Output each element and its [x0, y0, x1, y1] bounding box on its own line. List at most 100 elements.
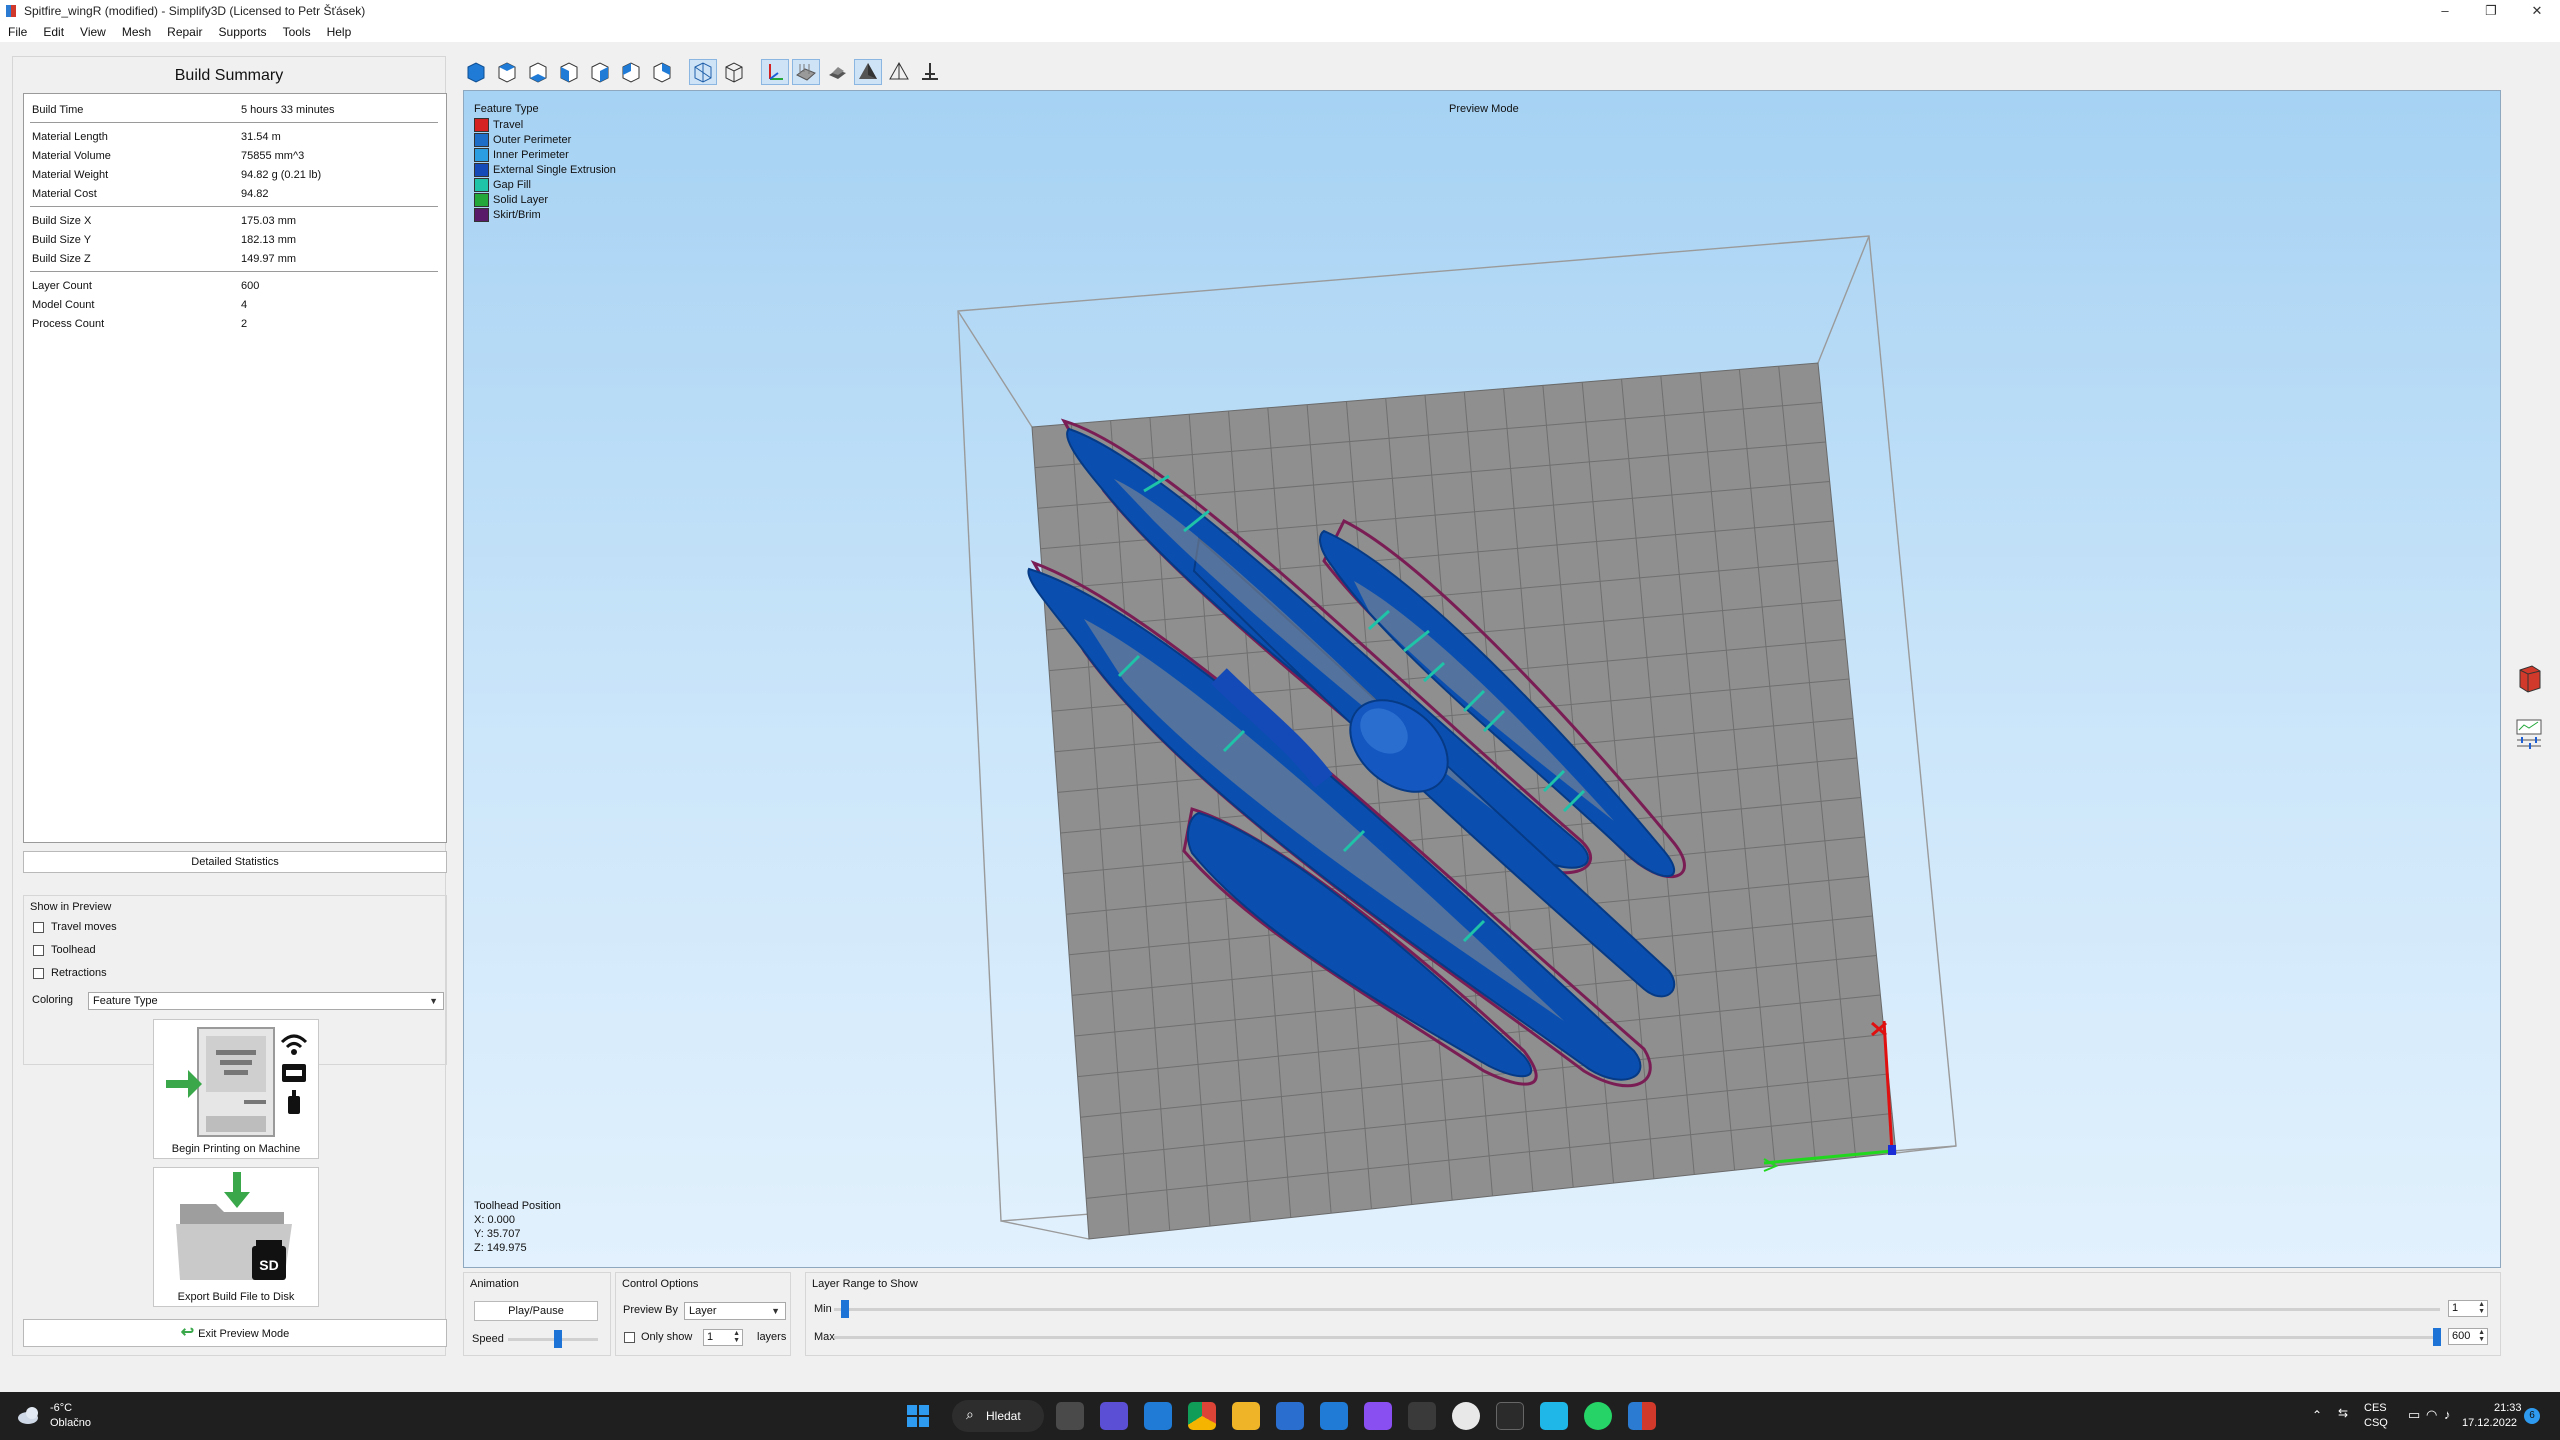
line-width-settings-icon[interactable] [2512, 716, 2546, 750]
whatsapp-icon[interactable] [1584, 1402, 1612, 1430]
app-blue-icon[interactable] [1320, 1402, 1348, 1430]
legend-swatch [474, 147, 489, 162]
build-summary-title: Build Summary [174, 67, 284, 84]
stats-app-icon[interactable] [1408, 1402, 1436, 1430]
build-plate-icon[interactable] [792, 59, 820, 85]
search-icon: ⌕ [966, 1406, 974, 1422]
maximize-button[interactable]: ❐ [2468, 0, 2514, 21]
cloud-weather-icon[interactable] [16, 1405, 44, 1428]
spinner-arrows-icon[interactable]: ▲ ▼ [2478, 1329, 2485, 1343]
minimize-button[interactable]: – [2422, 0, 2468, 21]
view-front-icon[interactable] [555, 59, 583, 85]
axes-icon[interactable] [761, 59, 789, 85]
view-back-icon[interactable] [586, 59, 614, 85]
stat-row: Material Length 31.54 m [32, 131, 436, 147]
build-summary-panel: Build Summary Build Time 5 hours 33 minut… [12, 56, 447, 1356]
max-layer-slider-track[interactable] [834, 1336, 2440, 1339]
only-show-layers-input[interactable]: 1 ▲ ▼ [703, 1329, 743, 1346]
microsoft-store-icon[interactable] [1276, 1402, 1304, 1430]
menu-repair[interactable]: Repair [159, 25, 210, 39]
view-bottom-icon[interactable] [524, 59, 552, 85]
perspective-icon[interactable] [720, 59, 748, 85]
close-button[interactable]: ✕ [2514, 0, 2560, 21]
speed-slider-thumb[interactable] [553, 1330, 562, 1348]
menu-file[interactable]: File [0, 25, 35, 39]
stat-divider [30, 206, 438, 207]
solid-view-icon[interactable] [854, 59, 882, 85]
stat-divider [30, 122, 438, 123]
simplify3d-app-icon [6, 4, 16, 17]
detailed-statistics-button[interactable]: Detailed Statistics [23, 851, 447, 873]
view-top-icon[interactable] [493, 59, 521, 85]
toolhead-checkbox[interactable] [33, 945, 44, 956]
app-circle-icon[interactable] [1452, 1402, 1480, 1430]
spinner-arrows-icon[interactable]: ▲ ▼ [2478, 1301, 2485, 1315]
messenger-icon[interactable] [1364, 1402, 1392, 1430]
preview-by-select[interactable]: Layer ▼ [684, 1302, 786, 1320]
legend-label: Skirt/Brim [493, 208, 541, 221]
sd-card-label: SD [259, 1257, 278, 1273]
begin-printing-button[interactable]: Begin Printing on Machine [153, 1019, 319, 1159]
menu-tools[interactable]: Tools [275, 25, 319, 39]
clock-date[interactable]: 17.12.2022 [2462, 1417, 2517, 1429]
cube-view-icon[interactable] [2512, 662, 2546, 696]
export-build-file-button[interactable]: SD Export Build File to Disk [153, 1167, 319, 1307]
display-icon[interactable]: ▭ [2408, 1407, 2420, 1423]
teams-chat-icon[interactable] [1100, 1402, 1128, 1430]
menu-supports[interactable]: Supports [211, 25, 275, 39]
terminal-icon[interactable] [1496, 1402, 1524, 1430]
taskbar-search-button[interactable]: ⌕ Hledat [952, 1400, 1044, 1432]
menu-view[interactable]: View [72, 25, 114, 39]
3d-preview-viewport[interactable]: Preview Mode Feature Type Travel Outer P… [463, 90, 2501, 1268]
toolhead-x: X: 0.000 [474, 1214, 515, 1226]
notification-badge[interactable]: 6 [2524, 1408, 2540, 1424]
menu-help[interactable]: Help [319, 25, 360, 39]
clock-time[interactable]: 21:33 [2494, 1402, 2522, 1414]
coloring-select[interactable]: Feature Type ▼ [88, 992, 444, 1010]
view-default-icon[interactable] [462, 59, 490, 85]
network-status-icon[interactable]: ⇆ [2338, 1406, 2348, 1420]
menu-mesh[interactable]: Mesh [114, 25, 159, 39]
max-layer-slider-thumb[interactable] [2433, 1328, 2441, 1346]
only-show-label: Only show [641, 1331, 693, 1343]
chrome-icon[interactable] [1188, 1402, 1216, 1430]
simplify3d-taskbar-icon[interactable] [1628, 1402, 1656, 1430]
title-bar: Spitfire_wingR (modified) - Simplify3D (… [0, 0, 2560, 21]
legend-item: Skirt/Brim [474, 207, 616, 222]
chevron-up-icon[interactable]: ⌃ [2312, 1408, 2322, 1422]
stat-value: 94.82 [241, 188, 269, 200]
retractions-checkbox[interactable] [33, 968, 44, 979]
wireframe-icon[interactable] [689, 59, 717, 85]
mail-icon[interactable] [1144, 1402, 1172, 1430]
max-layer-input[interactable]: 600 ▲ ▼ [2448, 1328, 2488, 1345]
retractions-label: Retractions [51, 967, 107, 979]
spinner-arrows-icon[interactable]: ▲ ▼ [733, 1330, 740, 1344]
menu-bar: File Edit View Mesh Repair Supports Tool… [0, 21, 2560, 42]
volume-icon[interactable]: ♪ [2444, 1407, 2451, 1422]
travel-moves-checkbox[interactable] [33, 922, 44, 933]
max-label: Max [814, 1331, 835, 1343]
windows-start-icon[interactable] [904, 1402, 932, 1430]
view-left-icon[interactable] [617, 59, 645, 85]
only-show-checkbox[interactable] [624, 1332, 635, 1343]
keyboard-language-1[interactable]: CES [2364, 1402, 2387, 1414]
view-right-icon[interactable] [648, 59, 676, 85]
origin-icon[interactable] [916, 59, 944, 85]
shadow-icon[interactable] [823, 59, 851, 85]
min-layer-input[interactable]: 1 ▲ ▼ [2448, 1300, 2488, 1317]
stat-row: Material Volume 75855 mm^3 [32, 150, 436, 166]
keyboard-language-2[interactable]: CSQ [2364, 1417, 2388, 1429]
play-pause-button[interactable]: Play/Pause [474, 1301, 598, 1321]
min-layer-slider-track[interactable] [834, 1308, 2440, 1311]
menu-edit[interactable]: Edit [35, 25, 72, 39]
section-icon[interactable] [885, 59, 913, 85]
toolhead-title: Toolhead Position [474, 1200, 561, 1212]
task-view-icon[interactable] [1056, 1402, 1084, 1430]
pen-app-icon[interactable] [1540, 1402, 1568, 1430]
min-layer-value: 1 [2452, 1302, 2459, 1314]
file-explorer-icon[interactable] [1232, 1402, 1260, 1430]
legend-item: External Single Extrusion [474, 162, 616, 177]
exit-preview-mode-button[interactable]: ↩ Exit Preview Mode [23, 1319, 447, 1347]
min-layer-slider-thumb[interactable] [841, 1300, 849, 1318]
wifi-icon[interactable]: ◠ [2426, 1407, 2437, 1423]
